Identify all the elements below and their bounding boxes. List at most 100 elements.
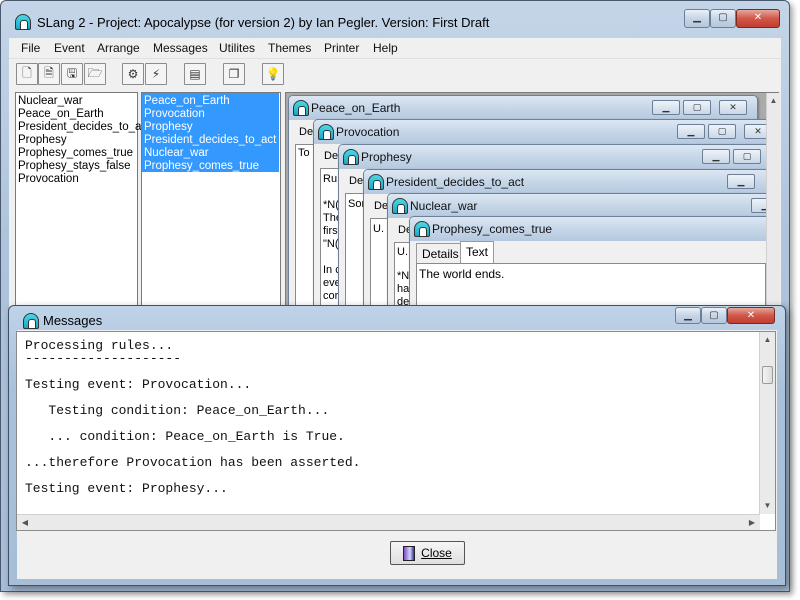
new-file-icon: 🗋 (22, 65, 32, 80)
close-window-button[interactable]: ✕ (736, 9, 780, 28)
events-list-item[interactable]: Prophesy (18, 134, 67, 147)
event-window-titlebar[interactable]: Peace_on_Earth ▁ ▢ ✕ (289, 96, 757, 120)
minimize-button[interactable]: ▁ (652, 100, 680, 115)
find-events-button[interactable]: ⚙ (122, 63, 144, 85)
messages-log[interactable]: Processing rules... --------------------… (16, 331, 776, 531)
cascade-windows-button[interactable]: ❐ (223, 63, 245, 85)
event-window-title: Provocation (336, 125, 400, 139)
events-list-item[interactable]: Peace_on_Earth (18, 108, 104, 121)
minimize-button[interactable]: ▁ (727, 174, 755, 189)
menu-file[interactable]: File (21, 41, 40, 55)
menu-utilites[interactable]: Utilites (219, 41, 255, 55)
event-icon (392, 198, 408, 214)
menu-messages[interactable]: Messages (153, 41, 208, 55)
log-line: Testing event: Prophesy... (25, 481, 228, 496)
details-tab-fragment[interactable]: De (324, 150, 338, 162)
maximize-button[interactable]: ▢ (733, 149, 761, 164)
messages-vertical-scrollbar[interactable]: ▲ ▼ (759, 332, 775, 514)
messages-title: Messages (43, 313, 103, 328)
event-window-body: Details Text The world ends. (414, 241, 774, 307)
events-list-item[interactable]: President_decides_to_a (18, 121, 141, 134)
scroll-up-arrow-icon[interactable]: ▲ (767, 93, 780, 109)
app-icon (15, 14, 31, 30)
run-rules-button[interactable]: ⚡ (145, 63, 167, 85)
event-window-prophesy-comes-true[interactable]: Prophesy_comes_true Details Text The wor… (409, 216, 778, 307)
scroll-right-arrow-icon[interactable]: ▶ (744, 515, 760, 531)
scroll-left-arrow-icon[interactable]: ◀ (17, 515, 33, 531)
events-list-item[interactable]: Nuclear_war (18, 95, 83, 108)
document-button[interactable]: 🗎 (38, 63, 60, 85)
text-fragment: cor (323, 290, 339, 302)
menu-event[interactable]: Event (54, 41, 85, 55)
mdi-scrollbar[interactable]: ▲ (766, 93, 780, 307)
sequence-list-item[interactable]: Nuclear_war (144, 147, 209, 160)
event-icon (414, 221, 430, 237)
window-title: SLang 2 - Project: Apocalypse (for versi… (37, 15, 490, 30)
menu-bar: File Event Arrange Messages Utilites The… (9, 38, 781, 58)
lightbulb-button[interactable]: 💡 (262, 63, 284, 85)
menu-help[interactable]: Help (373, 41, 398, 55)
sequence-list-item[interactable]: Prophesy (144, 121, 193, 134)
details-tab-fragment[interactable]: De (299, 126, 313, 138)
sequence-list-item[interactable]: Provocation (144, 108, 205, 121)
messages-maximize-button[interactable]: ▢ (701, 307, 727, 324)
event-window-titlebar[interactable]: Provocation ▁ ▢ ✕ (314, 120, 778, 144)
cascade-windows-icon: ❐ (228, 67, 240, 81)
text-fragment: *N( (323, 199, 339, 211)
sequence-list[interactable]: Peace_on_Earth Provocation Prophesy Pres… (141, 92, 281, 308)
new-file-button[interactable]: 🗋 (16, 63, 38, 85)
details-tab-fragment[interactable]: De (374, 200, 388, 212)
log-line: ...therefore Provocation has been assert… (25, 455, 361, 470)
minimize-button[interactable]: ▁ (702, 149, 730, 164)
event-window-title: Peace_on_Earth (311, 101, 401, 115)
maximize-button[interactable]: ▢ (710, 9, 736, 28)
save-file-icon: 🖫 (66, 65, 78, 80)
event-window-title: President_decides_to_act (386, 175, 525, 189)
pages-button[interactable]: ▤ (184, 63, 206, 85)
event-window-title: Nuclear_war (410, 199, 478, 213)
events-list-item[interactable]: Prophesy_comes_true (18, 147, 133, 160)
title-bar[interactable]: SLang 2 - Project: Apocalypse (for versi… (1, 1, 789, 39)
run-rules-icon: ⚡ (151, 67, 161, 81)
document-icon: 🗎 (44, 65, 54, 80)
tab-details[interactable]: Details (416, 243, 465, 263)
minimize-button[interactable]: ▁ (677, 124, 705, 139)
door-icon (403, 545, 416, 561)
event-window-title: Prophesy (361, 150, 412, 164)
open-folder-button[interactable]: 🗁 (84, 63, 106, 85)
log-line: Testing condition: Peace_on_Earth... (25, 403, 330, 418)
menu-themes[interactable]: Themes (268, 41, 311, 55)
event-window-titlebar[interactable]: President_decides_to_act ▁ (364, 170, 778, 194)
close-button[interactable]: ✕ (719, 100, 747, 115)
event-window-titlebar[interactable]: Nuclear_war ▁ (388, 194, 778, 218)
events-list[interactable]: Nuclear_war Peace_on_Earth President_dec… (15, 92, 141, 308)
details-tab-fragment[interactable]: De (349, 175, 363, 187)
messages-close-x-button[interactable]: ✕ (727, 307, 775, 324)
log-line: Testing event: Provocation... (25, 377, 252, 392)
text-fragment: "N( (323, 238, 339, 250)
maximize-button[interactable]: ▢ (708, 124, 736, 139)
scroll-up-arrow-icon[interactable]: ▲ (760, 332, 775, 348)
save-file-button[interactable]: 🖫 (61, 63, 83, 85)
minimize-button[interactable]: ▁ (684, 9, 710, 28)
sequence-list-item[interactable]: Prophesy_comes_true (144, 160, 259, 173)
menu-printer[interactable]: Printer (324, 41, 359, 55)
sequence-list-item[interactable]: President_decides_to_act (144, 134, 276, 147)
menu-arrange[interactable]: Arrange (97, 41, 140, 55)
find-events-icon: ⚙ (127, 67, 139, 81)
events-list-item[interactable]: Prophesy_stays_false (18, 160, 131, 173)
event-window-titlebar[interactable]: Prophesy ▁ ▢ (339, 145, 778, 169)
scroll-down-arrow-icon[interactable]: ▼ (760, 498, 775, 514)
event-text-field[interactable]: The world ends. (416, 263, 766, 307)
close-button[interactable]: Close (390, 541, 465, 565)
maximize-button[interactable]: ▢ (683, 100, 711, 115)
scroll-thumb[interactable] (762, 366, 773, 384)
sequence-list-item[interactable]: Peace_on_Earth (144, 95, 230, 108)
event-window-titlebar[interactable]: Prophesy_comes_true (410, 217, 778, 241)
toolbar: 🗋 🗎 🖫 🗁 ⚙ ⚡ ▤ ❐ 💡 (9, 58, 781, 88)
messages-minimize-button[interactable]: ▁ (675, 307, 701, 324)
events-list-item[interactable]: Provocation (18, 173, 79, 186)
text-fragment: To (298, 147, 310, 159)
messages-horizontal-scrollbar[interactable]: ◀ ▶ (17, 514, 760, 530)
tab-text[interactable]: Text (460, 241, 495, 263)
